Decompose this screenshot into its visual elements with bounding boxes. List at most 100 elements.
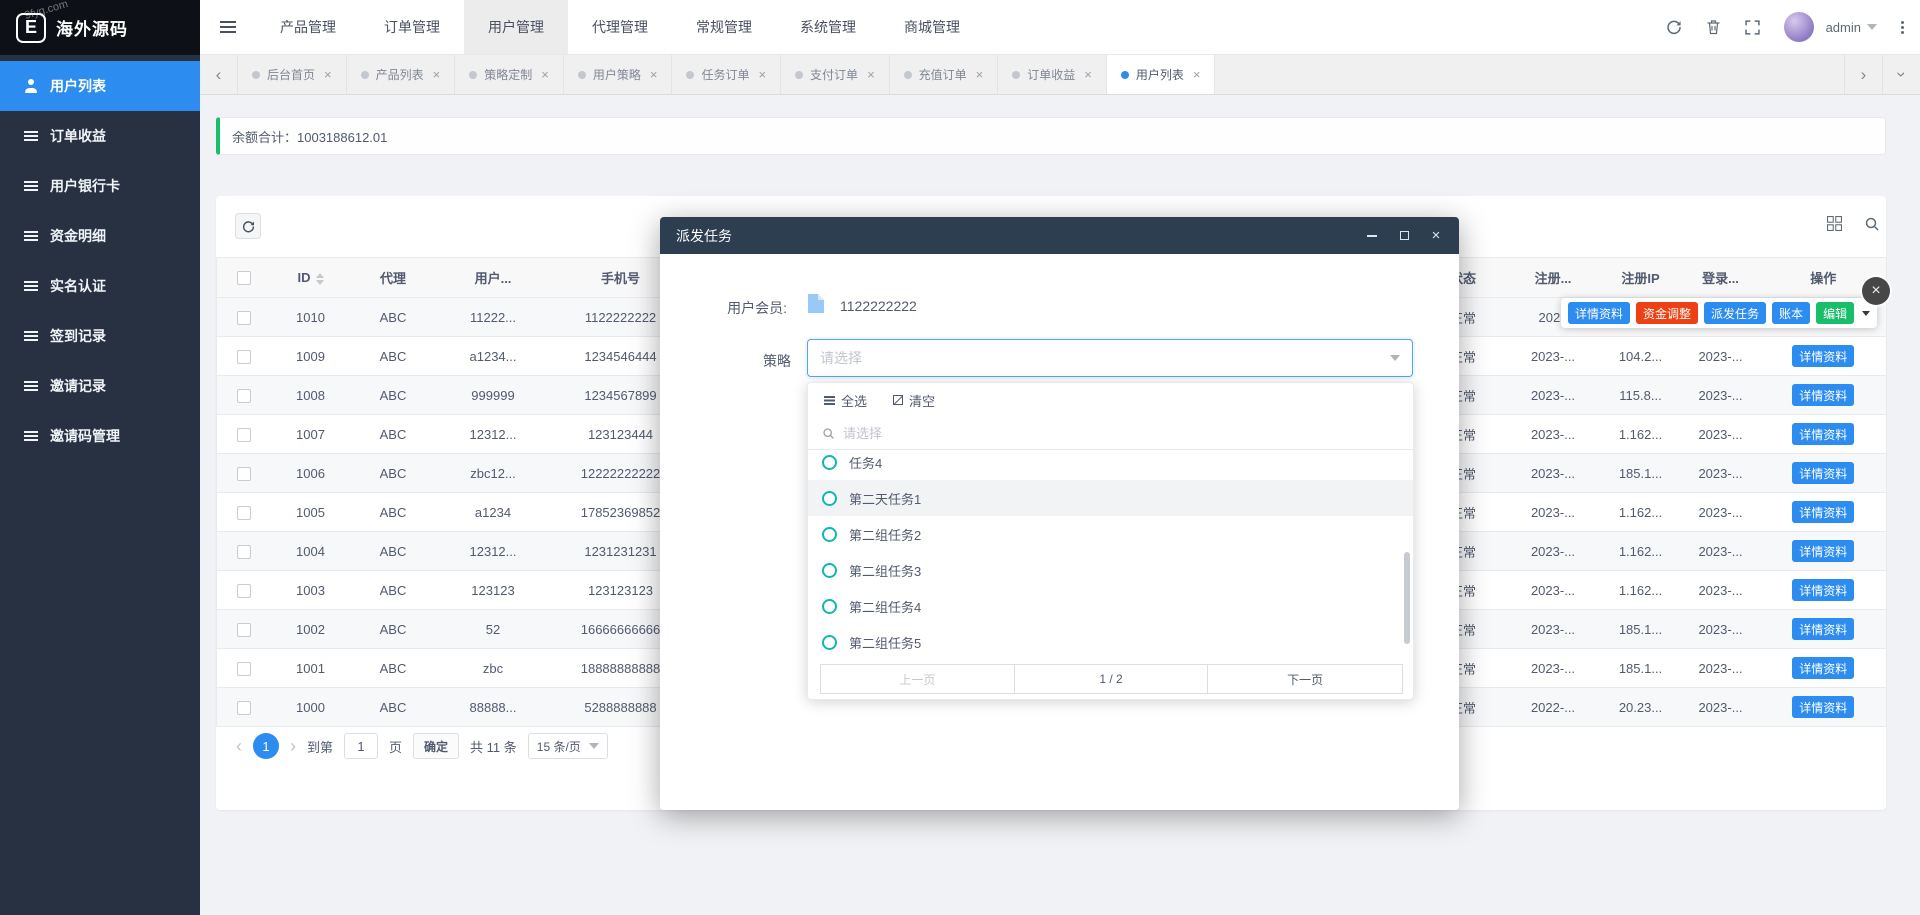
sidebar-item[interactable]: 资金明细 [0,211,200,261]
detail-button[interactable]: 详情资料 [1792,579,1854,601]
detail-button[interactable]: 详情资料 [1792,345,1854,367]
sidebar-item[interactable]: 签到记录 [0,311,200,361]
tab-close-icon[interactable]: × [433,67,441,82]
page-size-select[interactable]: 15 条/页 [528,733,608,759]
tab-dot [469,71,477,79]
sidebar-item[interactable]: 邀请记录 [0,361,200,411]
row-action-button[interactable]: 详情资料 [1568,302,1630,324]
table-refresh-button[interactable] [235,213,261,239]
sidebar-item[interactable]: 邀请码管理 [0,411,200,461]
user-menu[interactable]: admin [1826,20,1877,35]
prev-page-icon[interactable]: ‹ [236,737,242,755]
top-nav-item[interactable]: 代理管理 [568,0,672,54]
top-nav-item[interactable]: 订单管理 [360,0,464,54]
tab[interactable]: 订单收益 × [998,55,1107,94]
sidebar-item[interactable]: 实名认证 [0,261,200,311]
tab[interactable]: 用户策略 × [564,55,673,94]
tabs-scroll-right-button[interactable]: › [1844,55,1882,94]
tab[interactable]: 策略定制 × [455,55,564,94]
sort-icon[interactable] [316,273,324,285]
detail-button[interactable]: 详情资料 [1792,657,1854,679]
dropdown-option[interactable]: 第二组任务5 [808,624,1413,660]
tab[interactable]: 后台首页 × [238,55,347,94]
tab-close-icon[interactable]: × [324,67,332,82]
detail-button[interactable]: 详情资料 [1792,384,1854,406]
row-checkbox[interactable] [237,584,251,598]
detail-button[interactable]: 详情资料 [1792,618,1854,640]
row-checkbox[interactable] [237,389,251,403]
dropdown-option[interactable]: 第二组任务2 [808,516,1413,552]
row-action-button[interactable]: 资金调整 [1636,302,1698,324]
clear-action[interactable]: 清空 [893,391,935,410]
dropdown-next-button[interactable]: 下一页 [1208,665,1402,693]
tab-close-icon[interactable]: × [1193,67,1201,82]
tab-close-icon[interactable]: × [867,67,875,82]
dropdown-option[interactable]: 第二组任务4 [808,588,1413,624]
tab[interactable]: 任务订单 × [672,55,781,94]
maximize-button[interactable] [1397,229,1411,243]
columns-grid-icon[interactable] [1827,216,1842,232]
top-nav-item[interactable]: 系统管理 [776,0,880,54]
row-checkbox[interactable] [237,506,251,520]
row-checkbox[interactable] [237,545,251,559]
sidebar-item[interactable]: 用户列表 [0,61,200,111]
top-nav-item[interactable]: 常规管理 [672,0,776,54]
tab[interactable]: 支付订单 × [781,55,890,94]
dropdown-prev-button[interactable]: 上一页 [821,665,1015,693]
dropdown-option[interactable]: 任务4 [808,451,1413,480]
row-checkbox[interactable] [237,311,251,325]
dropdown-option[interactable]: 第二天任务1 [808,480,1413,516]
tabs-scroll-left-button[interactable]: ‹ [200,55,238,94]
strategy-select[interactable]: 请选择 [807,339,1413,377]
modal-close-button[interactable]: × [1429,229,1443,243]
tabs-menu-button[interactable]: › [1882,55,1920,94]
tab-close-icon[interactable]: × [976,67,984,82]
detail-button[interactable]: 详情资料 [1792,696,1854,718]
tab[interactable]: 充值订单 × [890,55,999,94]
top-nav-item[interactable]: 用户管理 [464,0,568,54]
top-nav-item[interactable]: 商城管理 [880,0,984,54]
trash-icon[interactable] [1706,19,1721,35]
current-page[interactable]: 1 [253,733,279,759]
detail-button[interactable]: 详情资料 [1792,540,1854,562]
more-actions-caret-icon[interactable] [1862,311,1870,316]
select-all-checkbox[interactable] [237,271,251,285]
row-checkbox[interactable] [237,428,251,442]
tab-close-icon[interactable]: × [1084,67,1092,82]
detail-button[interactable]: 详情资料 [1792,462,1854,484]
fullscreen-icon[interactable] [1745,20,1760,35]
tab[interactable]: 用户列表 × [1107,55,1216,94]
modal-title-bar[interactable]: 派发任务 × [660,217,1459,254]
row-checkbox[interactable] [237,350,251,364]
row-action-button[interactable]: 派发任务 [1704,302,1766,324]
row-action-button[interactable]: 编辑 [1816,302,1854,324]
row-checkbox[interactable] [237,701,251,715]
close-floating-button[interactable]: × [1862,277,1890,305]
sidebar-item[interactable]: 用户银行卡 [0,161,200,211]
row-action-button[interactable]: 账本 [1772,302,1810,324]
search-icon[interactable] [1864,216,1880,232]
select-all-action[interactable]: 全选 [824,391,867,410]
more-menu-icon[interactable] [1901,21,1904,34]
row-checkbox[interactable] [237,467,251,481]
tab-close-icon[interactable]: × [758,67,766,82]
next-page-icon[interactable]: › [290,737,296,755]
sidebar-item[interactable]: 订单收益 [0,111,200,161]
dropdown-option[interactable]: 第二组任务3 [808,552,1413,588]
avatar[interactable] [1784,12,1814,42]
goto-confirm-button[interactable]: 确定 [413,733,459,759]
tab-close-icon[interactable]: × [541,67,549,82]
sidebar-collapse-button[interactable] [200,0,256,54]
top-nav-item[interactable]: 产品管理 [256,0,360,54]
minimize-button[interactable] [1365,229,1379,243]
row-checkbox[interactable] [237,623,251,637]
refresh-icon[interactable] [1666,19,1682,35]
row-checkbox[interactable] [237,662,251,676]
tab[interactable]: 产品列表 × [347,55,456,94]
goto-page-input[interactable] [344,733,378,759]
detail-button[interactable]: 详情资料 [1792,501,1854,523]
dropdown-search-input[interactable] [843,426,1399,441]
detail-button[interactable]: 详情资料 [1792,423,1854,445]
tab-close-icon[interactable]: × [650,67,658,82]
scrollbar-thumb[interactable] [1404,552,1410,644]
